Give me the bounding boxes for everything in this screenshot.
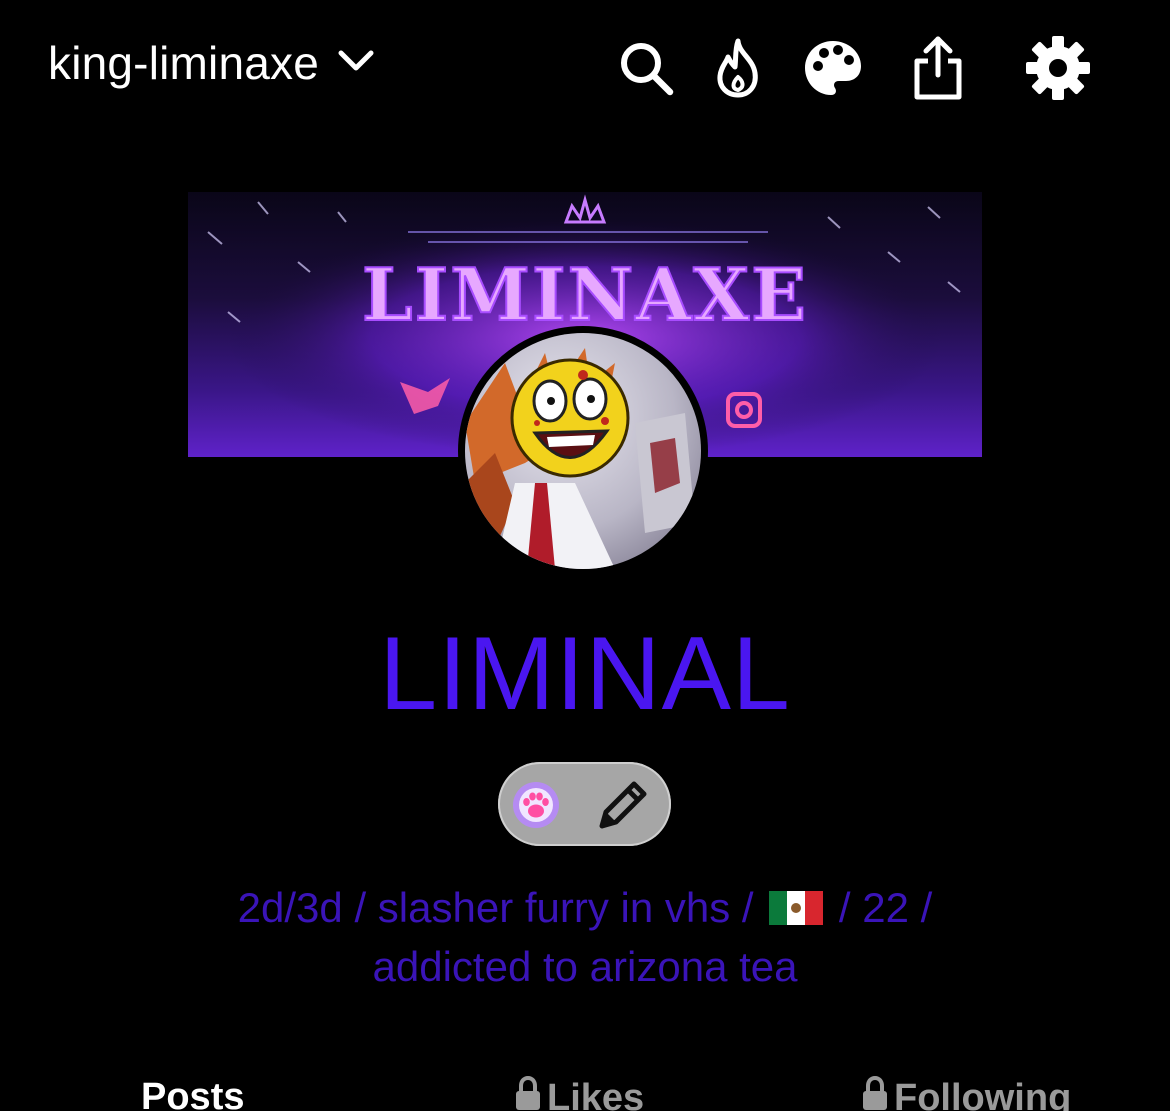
share-icon[interactable] — [902, 32, 974, 104]
top-bar: king-liminaxe — [0, 0, 1170, 136]
description-text-part: 2d/3d / slasher furry in vhs / — [237, 884, 754, 931]
lock-icon — [862, 1075, 888, 1111]
tab-posts[interactable]: Posts — [141, 1076, 244, 1111]
search-icon[interactable] — [610, 32, 682, 104]
blog-title: LIMINAL — [379, 616, 791, 732]
chevron-down-icon — [337, 48, 375, 79]
profile-actions-pill — [498, 762, 671, 846]
mexico-flag-icon — [769, 883, 824, 939]
gear-icon[interactable] — [1022, 32, 1094, 104]
avatar-image — [465, 333, 701, 569]
lock-icon — [515, 1075, 541, 1111]
blog-profile-page: king-liminaxe LIMINAXE LIMINAL 2d/3d / s… — [0, 0, 1170, 1111]
tab-label: Following — [894, 1076, 1072, 1111]
tab-likes[interactable]: Likes — [515, 1075, 645, 1111]
blog-name: king-liminaxe — [48, 37, 320, 89]
header-logo-text: LIMINAXE — [362, 252, 808, 337]
paw-badge-icon[interactable] — [512, 781, 560, 829]
flame-icon[interactable] — [702, 32, 774, 104]
description-line-1: 2d/3d / slasher furry in vhs / / 22 / — [120, 880, 1050, 939]
pencil-edit-icon[interactable] — [594, 776, 652, 834]
tab-label: Likes — [547, 1076, 645, 1111]
description-text-part: / 22 / — [838, 884, 933, 931]
description-line-2: addicted to arizona tea — [372, 942, 798, 990]
profile-tabs: Posts Likes Following — [0, 1075, 1170, 1111]
blog-switcher[interactable]: king-liminaxe — [48, 36, 375, 90]
blog-description: 2d/3d / slasher furry in vhs / / 22 / ad… — [120, 880, 1050, 995]
avatar[interactable] — [458, 326, 708, 576]
tab-following[interactable]: Following — [862, 1075, 1072, 1111]
tab-label: Posts — [141, 1076, 245, 1111]
palette-icon[interactable] — [797, 32, 869, 104]
